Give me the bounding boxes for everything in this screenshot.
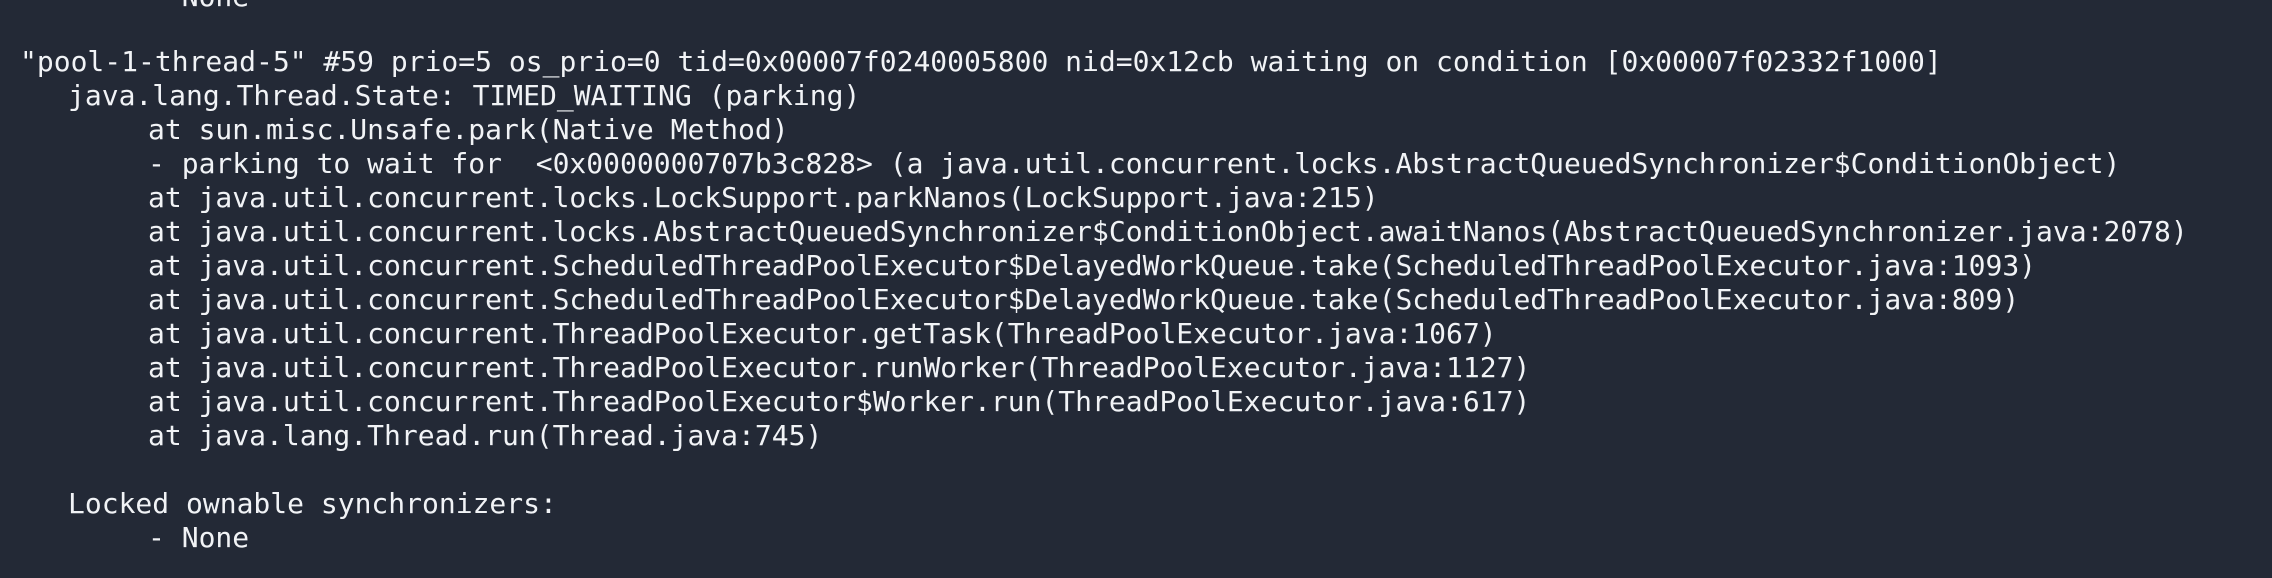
terminal-output[interactable]: - None "pool-1-thread-5" #59 prio=5 os_p…: [0, 0, 2272, 578]
stack-frame-line: at java.util.concurrent.ThreadPoolExecut…: [148, 351, 1531, 384]
stack-frame-line: at java.util.concurrent.ThreadPoolExecut…: [148, 385, 1531, 418]
locked-synchronizers-label: Locked ownable synchronizers:: [68, 487, 557, 520]
thread-state-line: java.lang.Thread.State: TIMED_WAITING (p…: [68, 79, 861, 112]
stack-frame-line: at sun.misc.Unsafe.park(Native Method): [148, 113, 789, 146]
stack-frame-line: at java.util.concurrent.ScheduledThreadP…: [148, 283, 2020, 316]
stack-frame-line: at java.util.concurrent.ThreadPoolExecut…: [148, 317, 1497, 350]
stack-frame-line: at java.util.concurrent.ScheduledThreadP…: [148, 249, 2037, 282]
locked-synchronizers-value: - None: [148, 521, 250, 554]
stack-frame-line: at java.lang.Thread.run(Thread.java:745): [148, 419, 823, 452]
thread-header-line: "pool-1-thread-5" #59 prio=5 os_prio=0 t…: [20, 45, 1942, 78]
stack-frame-line: at java.util.concurrent.locks.LockSuppor…: [148, 181, 1379, 214]
previous-thread-synchronizers-none: - None: [20, 0, 249, 14]
parking-wait-line: - parking to wait for <0x0000000707b3c82…: [148, 147, 2121, 180]
stack-frame-line: at java.util.concurrent.locks.AbstractQu…: [148, 215, 2188, 248]
